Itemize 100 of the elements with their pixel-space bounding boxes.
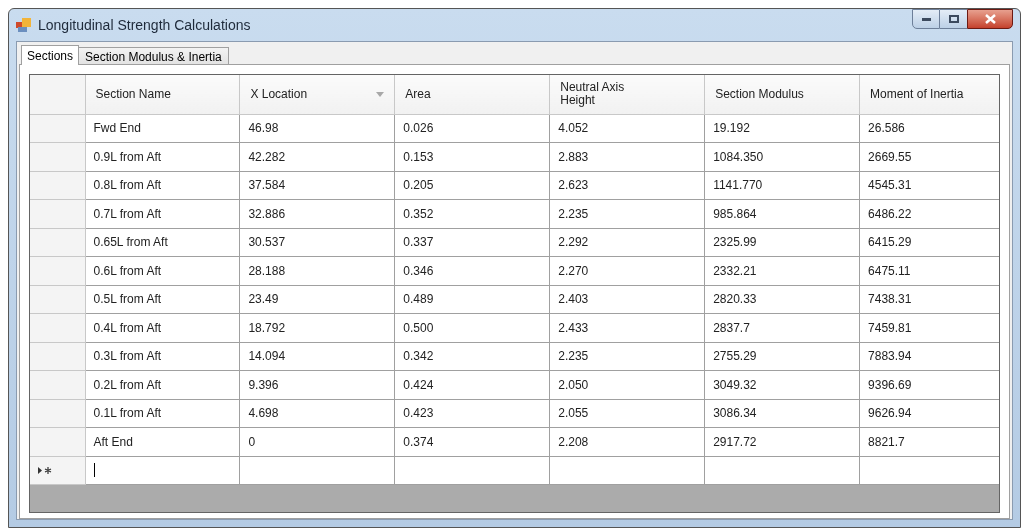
table-cell: 2755.29 [704, 342, 860, 371]
table-cell: 1084.350 [704, 142, 860, 171]
row-header[interactable] [30, 370, 85, 399]
table-cell: 0.9L from Aft [85, 142, 240, 171]
table-cell: 2.235 [549, 199, 705, 228]
table-cell: 32.886 [239, 199, 395, 228]
column-header[interactable]: Section Name [85, 75, 240, 114]
table-cell: 0.346 [394, 256, 550, 285]
table-cell: 8821.7 [859, 427, 999, 456]
column-header[interactable]: X Location [239, 75, 395, 114]
input-field[interactable] [85, 456, 240, 485]
table-cell: 0.6L from Aft [85, 256, 240, 285]
table-cell: 2.050 [549, 370, 705, 399]
table-cell: 4.698 [239, 399, 395, 428]
row-header[interactable] [30, 313, 85, 342]
table-cell: 6486.22 [859, 199, 999, 228]
sort-icon [376, 92, 385, 97]
table-cell: 4.052 [549, 114, 705, 143]
table-cell: 28.188 [239, 256, 395, 285]
table-cell: 0.026 [394, 114, 550, 143]
table-cell: 7459.81 [859, 313, 999, 342]
table-cell: 0.424 [394, 370, 550, 399]
table-cell: 26.586 [859, 114, 999, 143]
table-cell: 2669.55 [859, 142, 999, 171]
row-header[interactable] [30, 342, 85, 371]
table-cell: 0.374 [394, 427, 550, 456]
window-title: Longitudinal Strength Calculations [38, 15, 251, 35]
table-cell: Fwd End [85, 114, 240, 143]
close-button[interactable] [967, 9, 1013, 29]
table-cell: 37.584 [239, 171, 395, 200]
table-cell: 0.153 [394, 142, 550, 171]
table-cell: 9626.94 [859, 399, 999, 428]
column-header[interactable]: Area [394, 75, 550, 114]
row-header[interactable] [30, 142, 85, 171]
row-header[interactable] [30, 285, 85, 314]
minimize-button[interactable] [912, 9, 940, 29]
table-cell: 2.883 [549, 142, 705, 171]
table-cell: 7883.94 [859, 342, 999, 371]
table-cell: 0.205 [394, 171, 550, 200]
table-cell: 19.192 [704, 114, 860, 143]
table-cell: 42.282 [239, 142, 395, 171]
row-header[interactable] [30, 228, 85, 257]
table-cell: 0.8L from Aft [85, 171, 240, 200]
table-cell: 9.396 [239, 370, 395, 399]
table-cell: 1141.770 [704, 171, 860, 200]
table-cell: 0.7L from Aft [85, 199, 240, 228]
table-cell: 6475.11 [859, 256, 999, 285]
table-cell: 6415.29 [859, 228, 999, 257]
input-field[interactable] [239, 456, 395, 485]
table-cell: 2.403 [549, 285, 705, 314]
input-field[interactable] [549, 456, 705, 485]
table-cell: 0 [239, 427, 395, 456]
text-cursor [93, 463, 95, 478]
row-header[interactable] [30, 256, 85, 285]
table-cell: 2332.21 [704, 256, 860, 285]
table-cell: 4545.31 [859, 171, 999, 200]
column-header[interactable]: Section Modulus [704, 75, 860, 114]
table-cell: 2325.99 [704, 228, 860, 257]
table-cell: 2.433 [549, 313, 705, 342]
row-header[interactable] [30, 427, 85, 456]
table-cell: 2917.72 [704, 427, 860, 456]
tab[interactable]: Sections [21, 45, 80, 65]
column-header[interactable]: Neutral Axis Height [549, 75, 705, 114]
table-cell: 3049.32 [704, 370, 860, 399]
table-cell: 14.094 [239, 342, 395, 371]
row-header[interactable] [30, 399, 85, 428]
table-cell: 46.98 [239, 114, 395, 143]
row-header[interactable] [30, 171, 85, 200]
table-cell: 18.792 [239, 313, 395, 342]
table-cell: 2.208 [549, 427, 705, 456]
table-cell: Aft End [85, 427, 240, 456]
tab[interactable]: Section Modulus & Inertia [78, 47, 229, 64]
maximize-button[interactable] [940, 9, 967, 29]
table-cell: 0.2L from Aft [85, 370, 240, 399]
table-cell: 0.4L from Aft [85, 313, 240, 342]
app-icon [16, 18, 32, 32]
minimize-icon [921, 17, 931, 21]
table-cell: 2.623 [549, 171, 705, 200]
close-icon [984, 14, 996, 24]
table-cell: 7438.31 [859, 285, 999, 314]
table-cell: 0.3L from Aft [85, 342, 240, 371]
maximize-icon [948, 15, 959, 23]
table-cell: 2820.33 [704, 285, 860, 314]
input-field[interactable] [394, 456, 550, 485]
table-cell: 2837.7 [704, 313, 860, 342]
row-header[interactable] [30, 114, 85, 143]
table-cell: 0.423 [394, 399, 550, 428]
table-cell: 0.342 [394, 342, 550, 371]
table-cell: 0.65L from Aft [85, 228, 240, 257]
table-cell: 2.055 [549, 399, 705, 428]
row-header[interactable] [30, 199, 85, 228]
column-header[interactable]: Moment of Inertia [859, 75, 999, 114]
table-cell: 0.500 [394, 313, 550, 342]
table-cell: 2.270 [549, 256, 705, 285]
table-cell: 0.337 [394, 228, 550, 257]
new-row-icon [38, 466, 52, 474]
table-cell: 0.1L from Aft [85, 399, 240, 428]
table-cell: 2.292 [549, 228, 705, 257]
input-field[interactable] [704, 456, 860, 485]
table-cell: 0.352 [394, 199, 550, 228]
